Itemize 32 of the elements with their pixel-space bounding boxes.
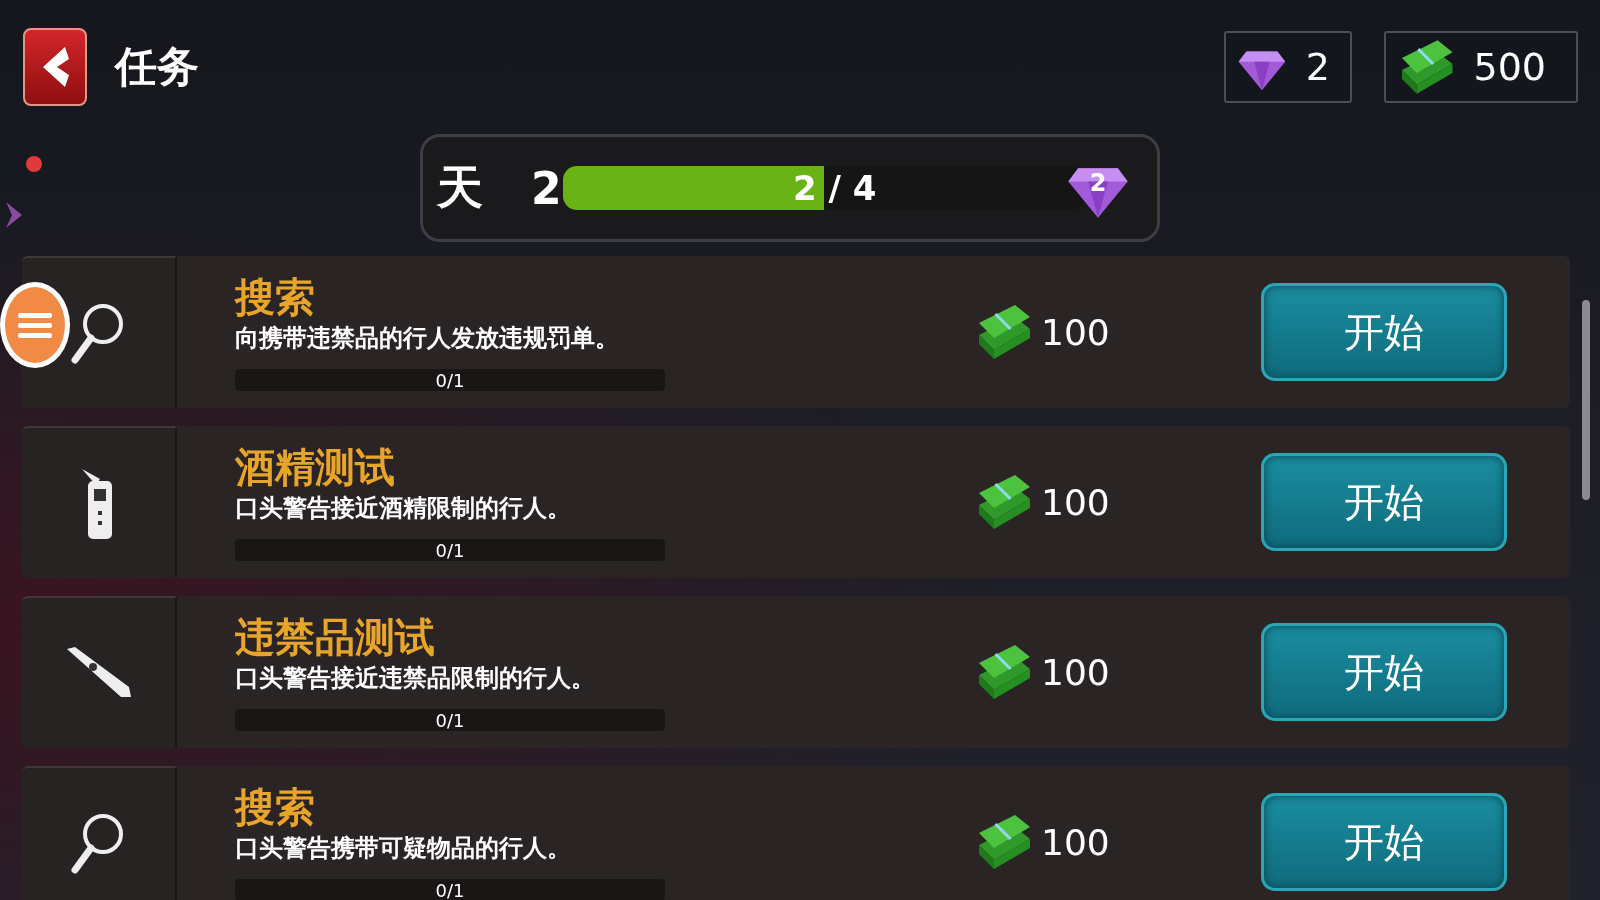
task-progress-text: 0/1 <box>435 539 465 561</box>
back-button[interactable] <box>23 28 87 106</box>
day-number: 2 <box>531 162 563 214</box>
reward-amount: 100 <box>1041 821 1110 863</box>
day-progress-text: 2 / 4 <box>793 168 877 208</box>
reward-amount: 100 <box>1041 481 1110 523</box>
notification-dot <box>26 156 42 172</box>
task-title: 搜索 <box>235 273 316 321</box>
start-button[interactable]: 开始 <box>1261 453 1507 551</box>
start-button[interactable]: 开始 <box>1261 283 1507 381</box>
gem-count: 2 <box>1305 45 1330 89</box>
scrollbar[interactable] <box>1582 300 1590 500</box>
task-title: 违禁品测试 <box>235 613 436 661</box>
menu-icon <box>18 311 52 339</box>
task-description: 口头警告接近酒精限制的行人。 <box>235 493 572 524</box>
cash-amount: 500 <box>1473 45 1546 89</box>
day-label: 天 <box>437 159 484 216</box>
task-progress-text: 0/1 <box>435 879 465 900</box>
reward-amount: 100 <box>1041 651 1110 693</box>
task-progress-text: 0/1 <box>435 369 465 391</box>
screen-title: 任务 <box>115 41 199 93</box>
task-title: 酒精测试 <box>235 443 396 491</box>
start-button[interactable]: 开始 <box>1261 793 1507 891</box>
chevron-right-icon <box>4 200 24 230</box>
task-description: 向携带违禁品的行人发放违规罚单。 <box>235 323 620 354</box>
task-description: 口头警告携带可疑物品的行人。 <box>235 833 572 864</box>
start-button[interactable]: 开始 <box>1261 623 1507 721</box>
gem-reward-count: 2 <box>1089 169 1107 197</box>
task-title: 搜索 <box>235 783 316 831</box>
task-description: 口头警告接近违禁品限制的行人。 <box>235 663 596 694</box>
reward-amount: 100 <box>1041 311 1110 353</box>
task-progress-text: 0/1 <box>435 709 465 731</box>
